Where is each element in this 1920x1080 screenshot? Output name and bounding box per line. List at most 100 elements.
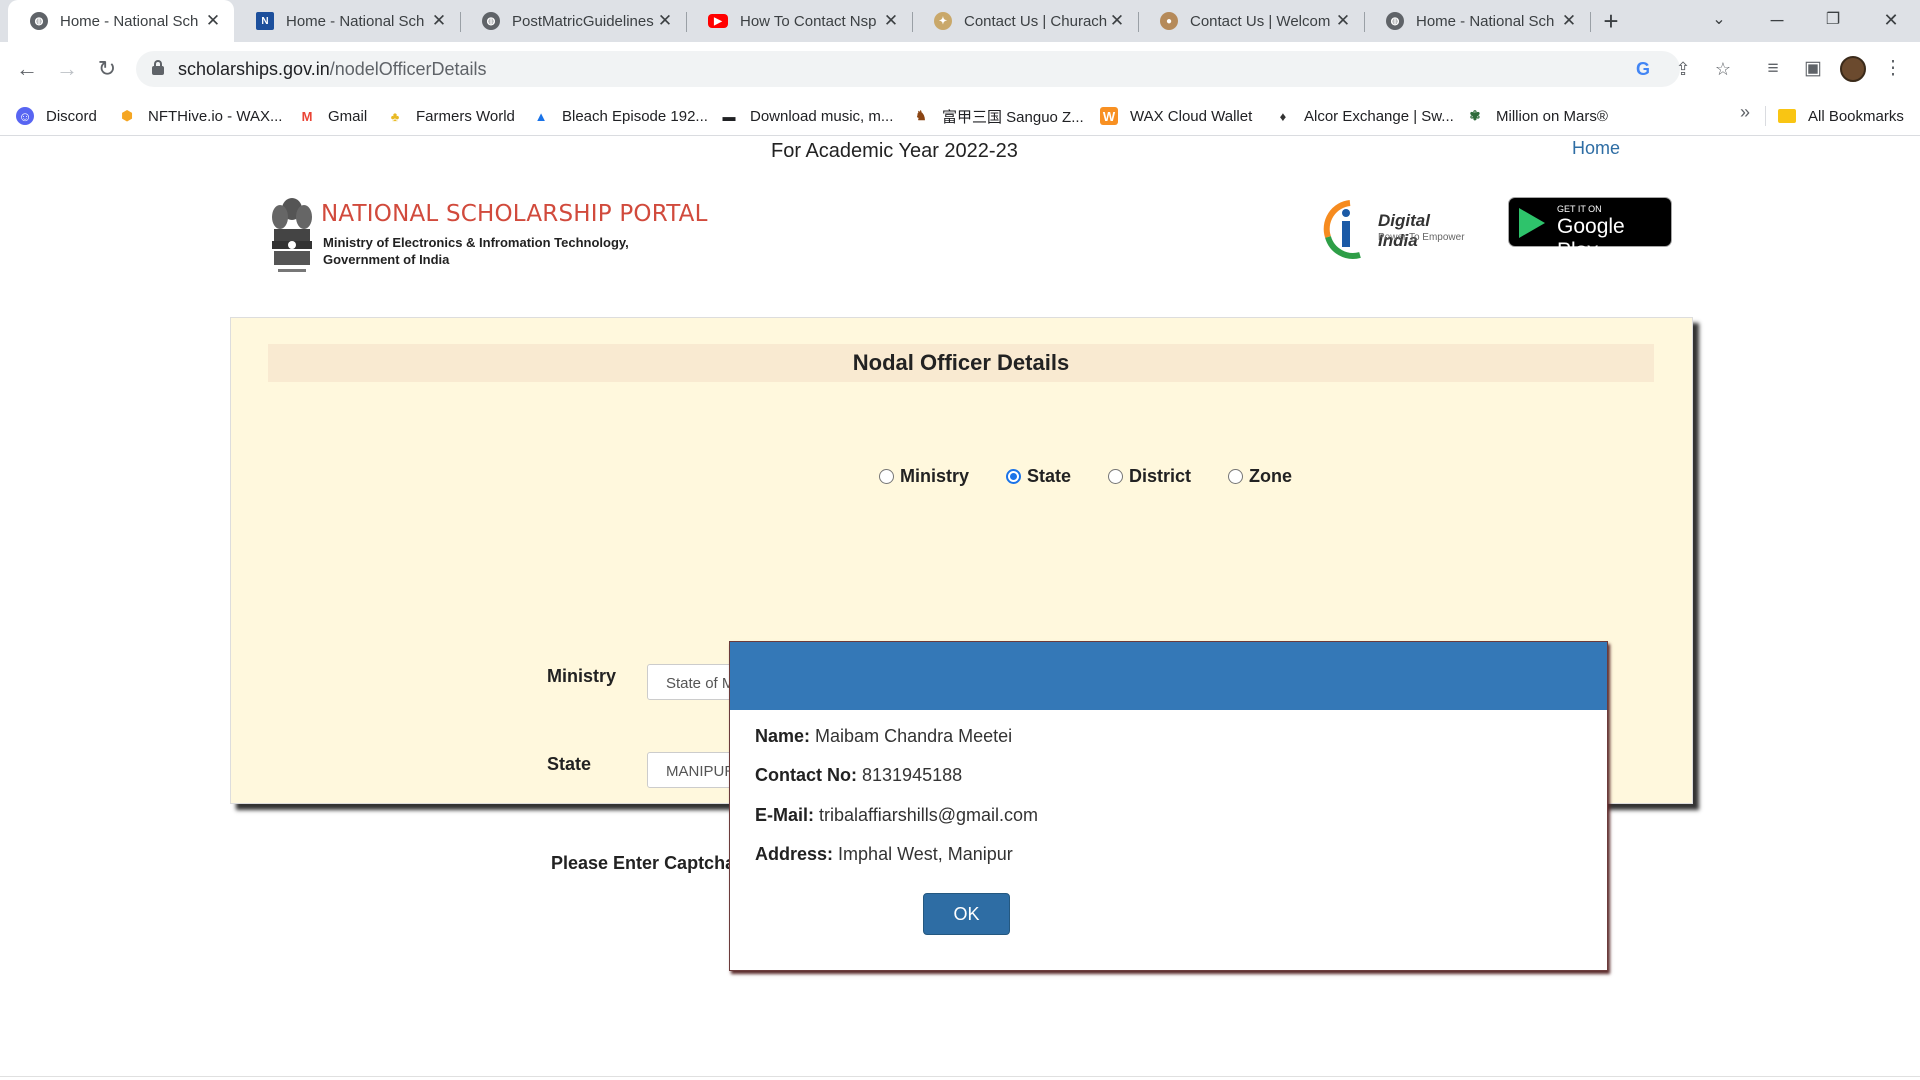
back-icon[interactable]: ←: [10, 52, 44, 86]
state-label: State: [547, 754, 592, 774]
reading-list-icon[interactable]: ≡: [1760, 56, 1786, 82]
close-icon[interactable]: ✕: [656, 11, 674, 31]
bookmark-label: Million on Mars®: [1496, 107, 1608, 125]
tab-title: Contact Us | Welcom: [1190, 12, 1331, 30]
tab-4[interactable]: ▶ How To Contact Nsp ✕: [686, 0, 912, 42]
bookmark-bleach[interactable]: ▲ Bleach Episode 192...: [532, 104, 708, 128]
google-lens-icon[interactable]: G: [1632, 58, 1654, 80]
bookmark-label: Discord: [46, 107, 97, 125]
bookmark-discord[interactable]: ☺ Discord: [16, 104, 97, 128]
share-icon[interactable]: ⇪: [1672, 58, 1694, 80]
bookmark-alcor[interactable]: ♦ Alcor Exchange | Sw...: [1274, 104, 1454, 128]
home-link[interactable]: Home: [1572, 138, 1620, 159]
radio-state[interactable]: State: [1006, 466, 1071, 487]
bleach-icon: ▲: [534, 108, 548, 124]
google-play-text: Google Play: [1557, 215, 1625, 262]
ministry-select[interactable]: State of M: [647, 664, 737, 700]
captcha-label: Please Enter Captcha: [551, 853, 736, 873]
restore-icon[interactable]: ❐: [1808, 0, 1858, 42]
radio-label: State: [1027, 466, 1072, 486]
all-bookmarks[interactable]: All Bookmarks: [1778, 104, 1904, 128]
close-icon[interactable]: ✕: [204, 11, 222, 31]
bookmark-label: Bleach Episode 192...: [562, 107, 708, 125]
close-icon[interactable]: ✕: [1334, 11, 1352, 31]
tab-title: PostMatricGuidelines: [512, 12, 654, 30]
all-bookmarks-label: All Bookmarks: [1808, 107, 1904, 125]
address-row: Address: Imphal West, Manipur: [755, 844, 1013, 865]
portal-subtitle: Ministry of Electronics & Infromation Te…: [323, 234, 629, 268]
email-value: tribalaffiarshills@gmail.com: [819, 805, 1039, 825]
bookmark-star-icon[interactable]: ☆: [1712, 58, 1734, 80]
bookmark-wax-cloud-wallet[interactable]: W WAX Cloud Wallet: [1100, 104, 1252, 128]
ministry-label: Ministry: [547, 666, 617, 686]
radio-ministry[interactable]: Ministry: [879, 466, 969, 487]
radio-district[interactable]: District: [1108, 466, 1191, 487]
mars-icon: ✾: [1469, 108, 1481, 123]
reload-icon[interactable]: ↻: [90, 52, 124, 86]
tab-3[interactable]: ◍ PostMatricGuidelines ✕: [460, 0, 686, 42]
radio-label: Zone: [1249, 466, 1293, 486]
radio-button[interactable]: [879, 469, 894, 484]
radio-button[interactable]: [1108, 469, 1124, 484]
tab-title: How To Contact Nsp: [740, 12, 877, 30]
officer-name-value: Maibam Chandra Meetei: [815, 726, 1013, 746]
portal-government: Government of India: [323, 252, 450, 267]
portal-ministry: Ministry of Electronics & Infromation Te…: [323, 235, 629, 250]
bookmark-label: NFTHive.io - WAX...: [148, 107, 283, 125]
tab-2[interactable]: N Home - National Sch ✕: [234, 0, 460, 42]
menu-icon[interactable]: ⋮: [1880, 56, 1906, 82]
state-select[interactable]: MANIPUR: [647, 752, 737, 788]
ok-button[interactable]: OK: [923, 893, 1010, 935]
email-row: E-Mail: tribalaffiarshills@gmail.com: [755, 805, 1038, 826]
officer-details-modal: Name: Maibam Chandra Meetei Contact No: …: [729, 641, 1608, 971]
contact-value: 8131945188: [862, 765, 963, 785]
close-icon[interactable]: ✕: [1108, 11, 1126, 31]
side-panel-icon[interactable]: ▣: [1800, 56, 1826, 82]
forward-icon[interactable]: →: [50, 52, 84, 86]
new-tab-button[interactable]: +: [1596, 6, 1626, 36]
tab-search-icon[interactable]: ⌄: [1694, 0, 1744, 42]
url-domain: scholarships.gov.in: [178, 59, 330, 79]
ashoka-emblem-icon: [272, 198, 312, 272]
close-icon[interactable]: ✕: [430, 11, 448, 31]
tab-1[interactable]: ◍ Home - National Sch ✕: [8, 0, 234, 42]
globe-icon: ◍: [1386, 12, 1404, 30]
tab-7[interactable]: ◍ Home - National Sch ✕: [1364, 0, 1590, 42]
digital-india-tagline: Power To Empower: [1378, 232, 1465, 243]
tab-strip: ◍ Home - National Sch ✕ N Home - Nationa…: [0, 0, 1920, 42]
google-play-badge[interactable]: GET IT ON Google Play: [1508, 197, 1672, 262]
address-bar[interactable]: scholarships.gov.in/nodelOfficerDetails …: [136, 51, 1731, 87]
lock-icon[interactable]: [152, 60, 164, 76]
tab-separator: [1590, 12, 1591, 32]
tab-title: Contact Us | Churach: [964, 12, 1108, 30]
globe-icon: ◍: [482, 12, 500, 30]
officer-name-label: Name:: [755, 726, 811, 746]
window-close-icon[interactable]: ✕: [1866, 0, 1916, 42]
tab-6[interactable]: ● Contact Us | Welcom ✕: [1138, 0, 1364, 42]
bookmark-label: Gmail: [328, 107, 368, 125]
youtube-icon: ▶: [708, 14, 728, 28]
bookmark-million-on-mars[interactable]: ✾ Million on Mars®: [1466, 104, 1608, 128]
contact-row: Contact No: 8131945188: [755, 765, 962, 786]
url-text[interactable]: scholarships.gov.in/nodelOfficerDetails: [178, 59, 487, 80]
bookmark-label: Farmers World: [416, 107, 515, 125]
more-bookmarks-icon[interactable]: »: [1740, 102, 1750, 123]
radio-zone[interactable]: Zone: [1228, 466, 1292, 487]
bookmark-sanguo[interactable]: ♞ 富甲三国 Sanguo Z...: [912, 104, 1084, 128]
bookmark-nfthive[interactable]: ⬢ NFTHive.io - WAX...: [118, 104, 282, 128]
bookmark-gmail[interactable]: M Gmail: [298, 104, 368, 128]
close-icon[interactable]: ✕: [882, 11, 900, 31]
minimize-icon[interactable]: ─: [1752, 0, 1802, 42]
digital-india-text: Digital India: [1378, 211, 1430, 250]
close-icon[interactable]: ✕: [1560, 11, 1578, 31]
sanguo-icon: ♞: [915, 108, 927, 123]
wax-icon: W: [1100, 107, 1118, 125]
bookmark-label: Download music, m...: [750, 107, 894, 125]
emblem-icon: ✦: [934, 12, 952, 30]
tab-5[interactable]: ✦ Contact Us | Churach ✕: [912, 0, 1138, 42]
radio-button[interactable]: [1228, 469, 1244, 484]
bookmark-download-music[interactable]: ▬ Download music, m...: [720, 104, 894, 128]
profile-avatar[interactable]: [1840, 56, 1866, 82]
radio-button[interactable]: [1006, 469, 1022, 484]
bookmark-farmers-world[interactable]: ♣ Farmers World: [386, 104, 515, 128]
